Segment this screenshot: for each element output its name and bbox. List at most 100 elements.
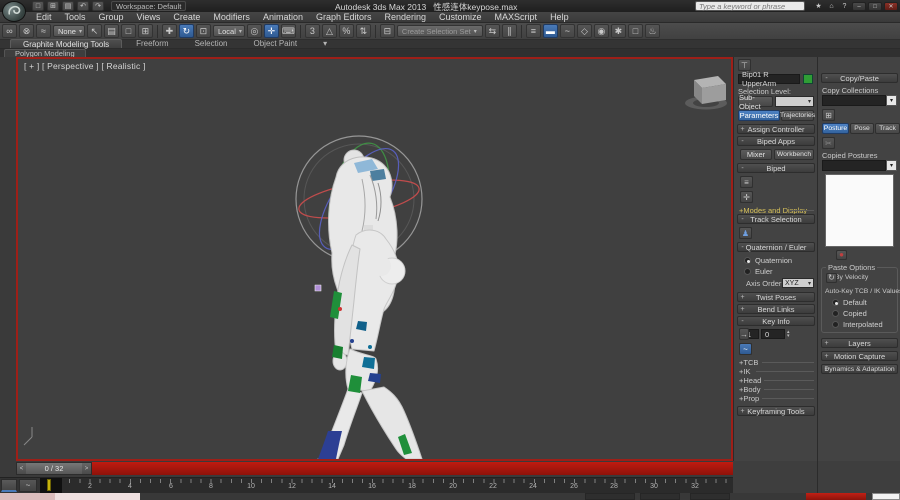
ribbon-minimize-icon[interactable]: ▾	[311, 39, 339, 48]
rollout-layers[interactable]: +Layers	[821, 338, 898, 348]
key-time-spinner[interactable]: ▴▾	[787, 330, 790, 338]
curve-editor-icon[interactable]: ~	[560, 24, 575, 38]
rollout-motion-capture[interactable]: +Motion Capture	[821, 351, 898, 361]
next-frame-button[interactable]: >	[82, 463, 91, 474]
3dsmax-logo-icon[interactable]	[2, 1, 26, 22]
rendered-frame-icon[interactable]: □	[628, 24, 643, 38]
keyboard-override-icon[interactable]: ⌨	[281, 24, 296, 38]
load-preferences-icon[interactable]: ⊞	[822, 109, 835, 121]
rollout-dynamics-adaptation[interactable]: +Dynamics & Adaptation	[821, 364, 898, 374]
track-tab[interactable]: Track	[875, 123, 900, 134]
select-and-link-icon[interactable]: ∞	[2, 24, 17, 38]
select-by-name-icon[interactable]: ▤	[104, 24, 119, 38]
track-bar[interactable]: ~ 2 4 6 8 10 12 14 16 18 20 22 24 26 28 …	[0, 477, 733, 493]
radio-quaternion[interactable]: Quaternion	[744, 256, 792, 265]
close-button[interactable]: ✕	[884, 2, 898, 11]
copied-postures-arrow[interactable]: ▾	[886, 160, 897, 171]
rollout-biped-apps[interactable]: -Biped Apps	[737, 136, 815, 146]
menu-edit[interactable]: Edit	[36, 12, 52, 22]
selection-range-button[interactable]	[1, 479, 17, 492]
trajectories-toggle-icon[interactable]: ~	[739, 343, 752, 355]
menu-create[interactable]: Create	[173, 12, 200, 22]
ribbon-panel-polygon-modeling[interactable]: Polygon Modeling	[4, 49, 86, 57]
rollout-biped[interactable]: -Biped	[737, 163, 815, 173]
posture-tab[interactable]: Posture	[822, 123, 849, 134]
playback-controls-button[interactable]	[690, 493, 730, 500]
workbench-button[interactable]: Workbench	[774, 149, 814, 160]
menu-rendering[interactable]: Rendering	[385, 12, 427, 22]
window-crossing-icon[interactable]: ⊞	[138, 24, 153, 38]
menu-help[interactable]: Help	[550, 12, 569, 22]
select-and-rotate-icon[interactable]: ↻	[179, 24, 194, 38]
ribbon-tab-freeform[interactable]: Freeform	[124, 39, 180, 48]
radio-default[interactable]: Default	[832, 298, 867, 307]
perspective-viewport[interactable]: [ + ] [ Perspective ] [ Realistic ]	[16, 57, 733, 461]
pose-tab[interactable]: Pose	[850, 123, 874, 134]
align-icon[interactable]: ∥	[502, 24, 517, 38]
manage-layers-icon[interactable]: ≡	[526, 24, 541, 38]
menu-views[interactable]: Views	[137, 12, 161, 22]
paste-rotation-icon[interactable]: ↻	[826, 273, 837, 283]
prev-frame-button[interactable]: <	[17, 463, 26, 474]
open-file-icon[interactable]: ⊞	[47, 1, 59, 11]
workspace-dropdown[interactable]: Workspace: Default	[111, 1, 186, 11]
snap-toggle-icon[interactable]: 3	[305, 24, 320, 38]
time-field-button[interactable]	[640, 493, 680, 500]
opposite-icon[interactable]: ♟	[739, 227, 752, 239]
copy-collections-arrow[interactable]: ▾	[886, 95, 897, 106]
auto-key-button[interactable]	[806, 493, 866, 500]
sub-object-button[interactable]: Sub-Object	[738, 96, 773, 107]
rectangular-selection-icon[interactable]: □	[121, 24, 136, 38]
select-and-scale-icon[interactable]: ⊡	[196, 24, 211, 38]
ribbon-tab-graphite[interactable]: Graphite Modeling Tools	[10, 39, 122, 48]
prop-expander[interactable]: +Prop	[739, 394, 759, 403]
next-key-icon[interactable]: →	[739, 328, 749, 340]
menu-group[interactable]: Group	[99, 12, 124, 22]
rollout-bend-links[interactable]: +Bend Links	[737, 304, 815, 314]
angle-snap-icon[interactable]: △	[322, 24, 337, 38]
named-selection-dropdown[interactable]: Create Selection Set▾	[397, 25, 483, 37]
minimize-button[interactable]: –	[852, 2, 866, 11]
select-and-move-icon[interactable]: ✚	[162, 24, 177, 38]
object-name-field[interactable]: Bip01 R UpperArm	[738, 74, 800, 84]
toggle-ribbon-icon[interactable]: ▬	[543, 24, 558, 38]
radio-interpolated[interactable]: Interpolated	[832, 320, 883, 329]
head-expander[interactable]: +Head	[739, 376, 761, 385]
radio-euler[interactable]: Euler	[744, 267, 773, 276]
selection-filter-dropdown[interactable]: None▾	[53, 25, 85, 37]
rollout-quaternion-euler[interactable]: -Quaternion / Euler	[737, 242, 815, 252]
rollout-key-info[interactable]: -Key Info	[737, 316, 815, 326]
material-editor-icon[interactable]: ◉	[594, 24, 609, 38]
coord-system-dropdown[interactable]: Local▾	[213, 25, 245, 37]
mirror-icon[interactable]: ⇆	[485, 24, 500, 38]
save-file-icon[interactable]: ▤	[62, 1, 74, 11]
key-time-field[interactable]: 0	[761, 329, 785, 339]
trajectories-tab[interactable]: Trajectories	[781, 110, 814, 121]
sub-object-dropdown[interactable]: ▾	[775, 96, 814, 107]
coordinate-field[interactable]	[872, 493, 900, 500]
menu-modifiers[interactable]: Modifiers	[213, 12, 250, 22]
rollout-twist-poses[interactable]: +Twist Poses	[737, 292, 815, 302]
use-pivot-center-icon[interactable]: ◎	[247, 24, 262, 38]
percent-snap-icon[interactable]: %	[339, 24, 354, 38]
maxscript-listener-white[interactable]	[55, 493, 140, 500]
ribbon-tab-object-paint[interactable]: Object Paint	[242, 39, 310, 48]
rollout-keyframing-tools[interactable]: +Keyframing Tools	[737, 406, 815, 416]
time-slider-track[interactable]	[92, 462, 733, 475]
select-and-manipulate-icon[interactable]: ✛	[264, 24, 279, 38]
move-all-mode-icon[interactable]: ✛	[740, 191, 753, 203]
maximize-button[interactable]: □	[868, 2, 882, 11]
help-icon[interactable]: ?	[839, 1, 850, 11]
body-expander[interactable]: +Body	[739, 385, 760, 394]
new-file-icon[interactable]: □	[32, 1, 44, 11]
render-setup-icon[interactable]: ✱	[611, 24, 626, 38]
ik-expander[interactable]: +IK	[739, 367, 750, 376]
ribbon-tab-selection[interactable]: Selection	[183, 39, 240, 48]
select-object-icon[interactable]: ↖	[87, 24, 102, 38]
copied-postures-dropdown[interactable]	[822, 160, 886, 171]
axis-order-dropdown[interactable]: XYZ▾	[782, 278, 814, 288]
mixer-button[interactable]: Mixer	[740, 149, 772, 160]
schematic-view-icon[interactable]: ◇	[577, 24, 592, 38]
rollout-assign-controller[interactable]: +Assign Controller	[737, 124, 815, 134]
time-slider-handle[interactable]: < 0 / 32 >	[16, 462, 92, 475]
